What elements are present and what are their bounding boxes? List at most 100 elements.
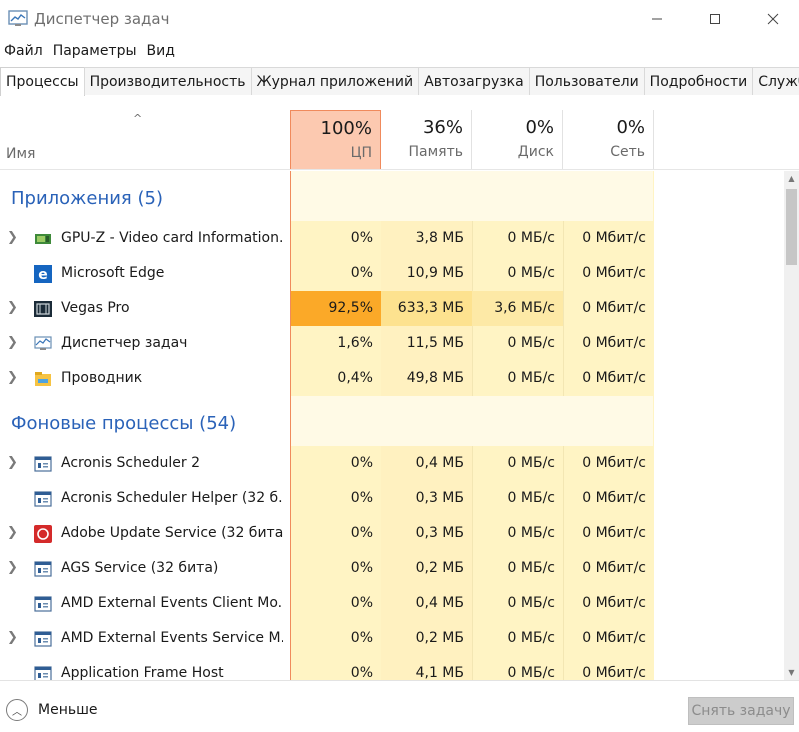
sort-caret-icon[interactable]: ^ <box>133 112 142 125</box>
vegas-icon <box>34 300 52 318</box>
tab-app-history[interactable]: Журнал приложений <box>250 67 420 95</box>
process-disk: 0 МБ/с <box>507 490 555 506</box>
process-name: Vegas Pro <box>61 300 130 316</box>
process-row[interactable]: ❯ Acronis Scheduler 2 0% 0,4 МБ 0 МБ/с 0 Мбит… <box>0 446 784 481</box>
process-cpu: 0% <box>291 621 381 656</box>
scroll-thumb[interactable] <box>786 189 797 265</box>
scroll-down-icon[interactable]: ▼ <box>784 665 799 680</box>
tab-processes[interactable]: Процессы <box>0 67 85 96</box>
service-icon <box>34 490 52 508</box>
end-task-button[interactable]: Снять задачу <box>688 697 794 725</box>
service-icon <box>34 630 52 648</box>
column-header: ^ Имя 100% ЦП 36% Память 0% Диск 0% Сеть <box>0 110 799 170</box>
process-memory: 10,9 МБ <box>381 256 472 291</box>
column-cpu[interactable]: 100% ЦП <box>290 110 381 169</box>
service-icon <box>34 665 52 680</box>
chevron-right-icon[interactable]: ❯ <box>7 455 18 470</box>
menu-options[interactable]: Параметры <box>48 43 142 59</box>
column-name[interactable]: Имя <box>6 146 35 162</box>
vertical-scrollbar[interactable]: ▲ ▼ <box>784 171 799 680</box>
group-band <box>291 396 653 446</box>
gpuz-icon <box>34 230 52 248</box>
svg-text:e: e <box>38 267 48 283</box>
process-memory: 0,3 МБ <box>381 481 472 516</box>
tab-details[interactable]: Подробности <box>643 67 754 95</box>
process-row[interactable]: ❯ Диспетчер задач 1,6% 11,5 МБ 0 МБ/с 0 Мбит/… <box>0 326 784 361</box>
process-memory: 0,2 МБ <box>381 551 472 586</box>
edge-icon: e <box>34 265 52 283</box>
tab-services[interactable]: Службы <box>752 67 799 95</box>
process-cpu: 0% <box>291 656 381 680</box>
process-cpu: 0% <box>291 221 381 256</box>
column-network[interactable]: 0% Сеть <box>563 110 654 169</box>
process-disk: 0 МБ/с <box>507 455 555 471</box>
column-disk[interactable]: 0% Диск <box>472 110 563 169</box>
maximize-icon <box>710 14 720 24</box>
service-icon <box>34 560 52 578</box>
process-cpu: 92,5% <box>291 291 381 326</box>
process-disk: 3,6 МБ/с <box>472 291 563 326</box>
chevron-right-icon[interactable]: ❯ <box>7 230 18 245</box>
explorer-icon <box>34 370 52 388</box>
process-cpu: 0% <box>291 481 381 516</box>
menu-file[interactable]: Файл <box>0 43 48 59</box>
process-row[interactable]: ❯ Проводник 0,4% 49,8 МБ 0 МБ/с 0 Мбит/с <box>0 361 784 396</box>
group-apps[interactable]: Приложения (5) <box>0 171 784 221</box>
process-network: 0 Мбит/с <box>582 265 646 281</box>
process-network: 0 Мбит/с <box>582 230 646 246</box>
process-row[interactable]: Application Frame Host 0% 4,1 МБ 0 МБ/с 0 Мб… <box>0 656 784 680</box>
task-manager-icon <box>8 10 28 26</box>
tab-users[interactable]: Пользователи <box>528 67 645 95</box>
chevron-right-icon[interactable]: ❯ <box>7 335 18 350</box>
scroll-up-icon[interactable]: ▲ <box>784 171 799 186</box>
process-name: Проводник <box>61 370 143 386</box>
process-name: Microsoft Edge <box>61 265 165 281</box>
chevron-right-icon[interactable]: ❯ <box>7 370 18 385</box>
process-row[interactable]: AMD External Events Client Mo... 0% 0,4 МБ… <box>0 586 784 621</box>
process-row[interactable]: ❯ Vegas Pro 92,5% 633,3 МБ 3,6 МБ/с 0 Мбит/с <box>0 291 784 326</box>
group-band <box>291 171 653 221</box>
cpu-total: 100% <box>320 118 372 139</box>
process-cpu: 0% <box>291 516 381 551</box>
process-name: AMD External Events Service M... <box>61 630 283 646</box>
network-label: Сеть <box>610 144 645 160</box>
process-row[interactable]: Acronis Scheduler Helper (32 б... 0% 0,3 М… <box>0 481 784 516</box>
process-row[interactable]: ❯ Adobe Update Service (32 бита) 0% 0,3 МБ 0… <box>0 516 784 551</box>
maximize-button[interactable] <box>692 0 738 38</box>
process-row[interactable]: ❯ AGS Service (32 бита) 0% 0,2 МБ 0 МБ/с 0 Мб… <box>0 551 784 586</box>
chevron-right-icon[interactable]: ❯ <box>7 525 18 540</box>
process-cpu: 0% <box>291 551 381 586</box>
chevron-right-icon[interactable]: ❯ <box>7 560 18 575</box>
close-button[interactable] <box>750 0 796 38</box>
process-row[interactable]: e Microsoft Edge 0% 10,9 МБ 0 МБ/с 0 Мбит/с <box>0 256 784 291</box>
process-memory: 0,4 МБ <box>381 586 472 621</box>
process-disk: 0 МБ/с <box>507 630 555 646</box>
tab-performance[interactable]: Производительность <box>83 67 252 95</box>
process-memory: 633,3 МБ <box>381 291 472 326</box>
process-row[interactable]: ❯ AMD External Events Service M... 0% 0,2 М… <box>0 621 784 656</box>
process-disk: 0 МБ/с <box>507 665 555 680</box>
process-memory: 0,2 МБ <box>381 621 472 656</box>
process-network: 0 Мбит/с <box>582 335 646 351</box>
process-memory: 0,3 МБ <box>381 516 472 551</box>
process-row[interactable]: ❯ GPU-Z - Video card Information... 0% 3,8 … <box>0 221 784 256</box>
fewer-details-button[interactable]: ︿ Меньше <box>6 699 98 721</box>
column-memory[interactable]: 36% Память <box>381 110 472 169</box>
minimize-button[interactable] <box>634 0 680 38</box>
process-network: 0 Мбит/с <box>582 525 646 541</box>
process-memory: 0,4 МБ <box>381 446 472 481</box>
menu-view[interactable]: Вид <box>142 43 180 59</box>
chevron-right-icon[interactable]: ❯ <box>7 300 18 315</box>
process-network: 0 Мбит/с <box>582 490 646 506</box>
process-disk: 0 МБ/с <box>507 265 555 281</box>
tab-startup[interactable]: Автозагрузка <box>418 67 530 95</box>
chevron-right-icon[interactable]: ❯ <box>7 630 18 645</box>
group-background[interactable]: Фоновые процессы (54) <box>0 396 784 446</box>
process-network: 0 Мбит/с <box>582 560 646 576</box>
process-list: Приложения (5) ❯ GPU-Z - Video card Inform… <box>0 171 784 680</box>
menu-bar: Файл Параметры Вид <box>0 39 180 63</box>
process-network: 0 Мбит/с <box>582 370 646 386</box>
close-icon <box>767 13 779 25</box>
disk-total: 0% <box>525 117 554 138</box>
process-name: AMD External Events Client Mo... <box>61 595 283 611</box>
